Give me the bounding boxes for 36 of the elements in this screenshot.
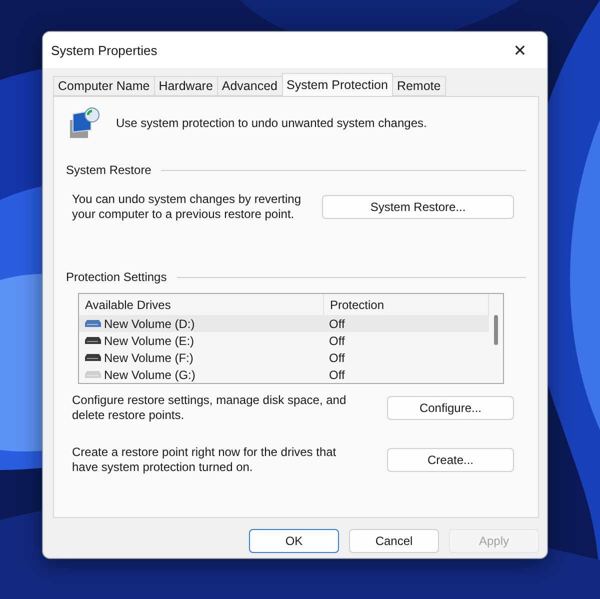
intro-text: Use system protection to undo unwanted system changes. [116,116,427,130]
configure-description: Configure restore settings, manage disk space, and delete restore points. [72,393,348,423]
tab[interactable]: Hardware [154,76,218,96]
drive-icon [85,337,101,344]
tab[interactable]: Remote [392,76,446,96]
section-heading: System Restore [66,163,152,178]
system-restore-button[interactable]: System Restore... [322,195,514,219]
drive-icon [85,354,101,361]
protection-status: Off [329,334,345,348]
tab[interactable]: System Protection [282,73,393,96]
tab[interactable]: Advanced [216,76,282,96]
drive-row[interactable]: New Volume (G:) Off [79,366,489,383]
protection-status: Off [329,368,345,382]
configure-button[interactable]: Configure... [387,396,514,420]
drive-name: New Volume (D:) [104,316,195,330]
protection-status: Off [329,350,345,364]
close-button[interactable]: ✕ [505,37,535,63]
create-button[interactable]: Create... [387,448,514,472]
drive-icon [85,320,101,327]
drive-name: New Volume (G:) [104,368,196,382]
restore-description: You can undo system changes by reverting your computer to a previous restore point. [72,192,302,222]
drive-icon [85,371,101,378]
dialog-button[interactable]: Cancel [349,529,439,553]
scrollbar-thumb[interactable] [494,315,498,345]
section-heading: Protection Settings [66,270,167,285]
drive-row[interactable]: New Volume (E:) Off [79,332,489,349]
create-description: Create a restore point right now for the drives that have system protection turned on. [72,445,338,475]
protection-status: Off [329,316,345,330]
drive-row[interactable]: New Volume (F:) Off [79,349,489,366]
dialog-button[interactable]: OK [249,529,339,553]
window-title: System Properties [51,42,158,58]
computer-icon [68,106,102,140]
drive-name: New Volume (E:) [104,334,194,348]
drive-row[interactable]: New Volume (D:) Off [79,315,489,332]
drive-name: New Volume (F:) [104,350,194,364]
tab[interactable]: Computer Name [53,76,155,96]
